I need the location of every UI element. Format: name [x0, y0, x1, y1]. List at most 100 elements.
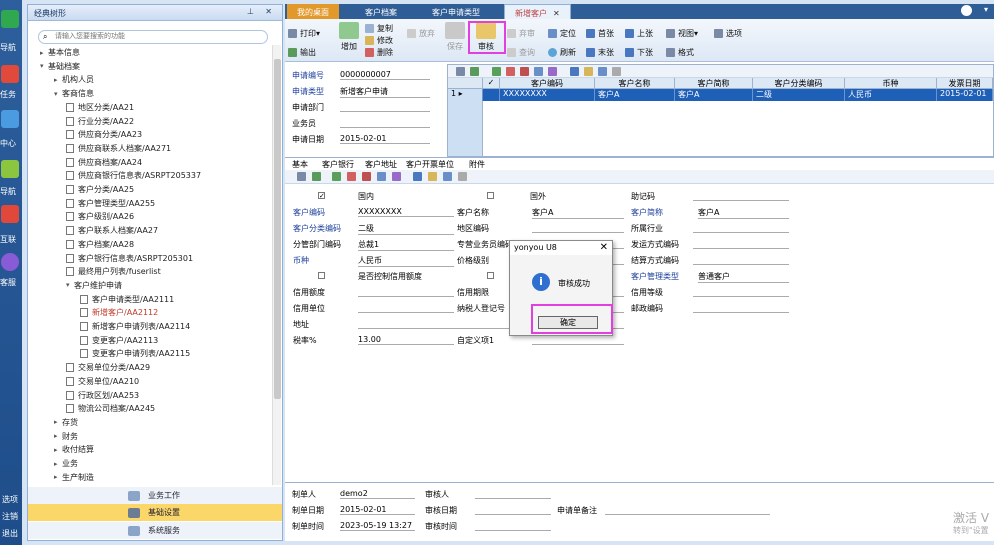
tree-node[interactable]: 客户分类/AA25 [66, 183, 134, 196]
cust-abbr-field[interactable]: 客户A [698, 207, 789, 219]
body-find-icon[interactable] [413, 172, 422, 181]
grid-check-icon[interactable] [492, 67, 501, 76]
tree-node[interactable]: 变更客户申请列表/AA2115 [80, 347, 190, 360]
cust-mgmt-type-field[interactable]: 普通客户 [698, 271, 789, 283]
dialog-close-icon[interactable]: ✕ [600, 242, 608, 253]
delete-button[interactable]: 删除 [365, 47, 393, 58]
pin-icon[interactable]: ⊥ [247, 7, 254, 16]
apply-type-field[interactable]: 新增客户申请 [340, 86, 430, 98]
staff-field[interactable] [340, 118, 430, 128]
expand-toggle-icon[interactable]: ▸ [54, 460, 62, 468]
foreign-checkbox[interactable] [487, 192, 494, 199]
tree-node[interactable]: 供应商分类/AA23 [66, 128, 142, 141]
body-uncheck-icon[interactable] [347, 172, 356, 181]
view-button[interactable]: 视图 ▾ [666, 28, 698, 39]
exit-link[interactable]: 退出 [2, 528, 18, 539]
col-cust-code[interactable]: 客户编码 [500, 78, 595, 89]
tab-system-service[interactable]: 系统服务 [28, 522, 282, 539]
currency-field[interactable]: 人民币 [358, 255, 454, 267]
expand-toggle-icon[interactable]: ▸ [54, 432, 62, 440]
tree-node[interactable]: 客户银行信息表/ASRPT205301 [66, 252, 193, 265]
abandon-button[interactable]: 放弃 [407, 28, 435, 39]
cell-cust-class[interactable]: 二级 [753, 89, 845, 101]
tree-node[interactable]: 新增客户/AA2112 [80, 306, 158, 319]
tree-node[interactable]: 客户联系人档案/AA27 [66, 224, 158, 237]
last-button[interactable]: 末张 [586, 47, 614, 58]
tree-node[interactable]: 客户管理类型/AA255 [66, 197, 155, 210]
credit-unit-field[interactable] [358, 303, 454, 313]
ship-method-field[interactable] [693, 239, 789, 249]
smiley-icon[interactable] [961, 5, 972, 16]
nav-item-1[interactable]: 导航 [0, 10, 22, 52]
tax-rate-field[interactable]: 13.00 [358, 335, 454, 345]
next-button[interactable]: 下张 [625, 47, 653, 58]
dropdown-icon[interactable]: ▾ [984, 5, 988, 14]
remark-field[interactable] [605, 505, 770, 515]
col-currency[interactable]: 币种 [845, 78, 937, 89]
tree-node[interactable]: ▸ 生产制造 [54, 471, 94, 484]
grid-find-icon[interactable] [570, 67, 579, 76]
tree-node[interactable]: ▸ 存货 [54, 416, 78, 429]
add-button[interactable]: 增加 [337, 22, 361, 52]
tree-scrollbar[interactable] [272, 45, 281, 485]
nav-item-3[interactable]: 中心 [0, 110, 22, 150]
row-checkbox[interactable] [483, 89, 500, 101]
col-invoice-date[interactable]: 发票日期 [937, 78, 993, 89]
table-row[interactable]: 1 ▸ XXXXXXXX 客户A 客户A 二级 人民币 2015-02-01 [448, 89, 993, 101]
apply-no-field[interactable]: 0000000007 [340, 70, 430, 80]
col-cust-class[interactable]: 客户分类编码 [753, 78, 845, 89]
tab-my-desktop[interactable]: 我的桌面 [287, 4, 339, 19]
body-check-icon[interactable] [332, 172, 341, 181]
tree-node[interactable]: 行政区划/AA253 [66, 389, 139, 402]
tree-node[interactable]: ▸ 业务 [54, 457, 78, 470]
modify-button[interactable]: 修改 [365, 35, 393, 46]
tree-node[interactable]: 客户申请类型/AA2111 [80, 293, 174, 306]
options-button[interactable]: 选项 [714, 28, 742, 39]
region-field[interactable] [532, 223, 624, 233]
tree-node[interactable]: ▸ 收付结算 [54, 443, 94, 456]
unaudit-button[interactable]: 弃审 [507, 28, 535, 39]
save-button[interactable]: 保存 [443, 22, 467, 52]
auditor-field[interactable] [475, 489, 551, 499]
make-date-field[interactable]: 2015-02-01 [340, 505, 415, 515]
cust-code-field[interactable]: XXXXXXXX [358, 207, 454, 217]
expand-toggle-icon[interactable]: ▾ [66, 281, 74, 289]
col-cust-abbr[interactable]: 客户简称 [675, 78, 753, 89]
tree-node[interactable]: ▸ 基本信息 [40, 46, 80, 59]
subtab-address[interactable]: 客户地址 [365, 159, 397, 170]
grid-sort-icon[interactable] [548, 67, 557, 76]
expand-toggle-icon[interactable]: ▾ [54, 90, 62, 98]
body-view-icon[interactable] [443, 172, 452, 181]
tree-node[interactable]: ▾ 基础档案 [40, 60, 80, 73]
subtab-invoice-unit[interactable]: 客户开票单位 [406, 159, 454, 170]
grid-select-icon[interactable] [520, 67, 529, 76]
expand-toggle-icon[interactable]: ▾ [40, 62, 48, 70]
grid-view-icon[interactable] [598, 67, 607, 76]
expand-toggle-icon[interactable]: ▸ [54, 418, 62, 426]
tree-scroll-thumb[interactable] [274, 59, 281, 399]
nav-item-5[interactable]: 互联 [0, 205, 22, 245]
cust-name-field[interactable]: 客户A [532, 207, 624, 219]
tree-node[interactable]: 供应商银行信息表/ASRPT205337 [66, 169, 201, 182]
dept-field[interactable] [340, 102, 430, 112]
tree-node[interactable]: 变更客户/AA2113 [80, 334, 158, 347]
body-filter-icon[interactable] [377, 172, 386, 181]
extra-checkbox[interactable] [487, 272, 494, 279]
credit-level-field[interactable] [693, 287, 789, 297]
body-clear-icon[interactable] [458, 172, 467, 181]
grid-uncheck-icon[interactable] [506, 67, 515, 76]
subtab-basic[interactable]: 基本 [292, 159, 308, 170]
settle-method-field[interactable] [693, 255, 789, 265]
logout-link[interactable]: 注销 [2, 511, 18, 522]
tree-node[interactable]: 地区分类/AA21 [66, 101, 134, 114]
expand-toggle-icon[interactable]: ▸ [54, 473, 62, 481]
body-select-icon[interactable] [362, 172, 371, 181]
postcode-field[interactable] [693, 303, 789, 313]
tree-search-box[interactable]: ⌕ [38, 30, 268, 44]
tree-node[interactable]: ▸ 财务 [54, 430, 78, 443]
close-icon[interactable]: ✕ [265, 7, 272, 16]
grid-filter-icon[interactable] [534, 67, 543, 76]
body-print-icon[interactable] [297, 172, 306, 181]
branch-field[interactable]: 总裁1 [358, 239, 454, 251]
tree-node[interactable]: 行业分类/AA22 [66, 115, 134, 128]
